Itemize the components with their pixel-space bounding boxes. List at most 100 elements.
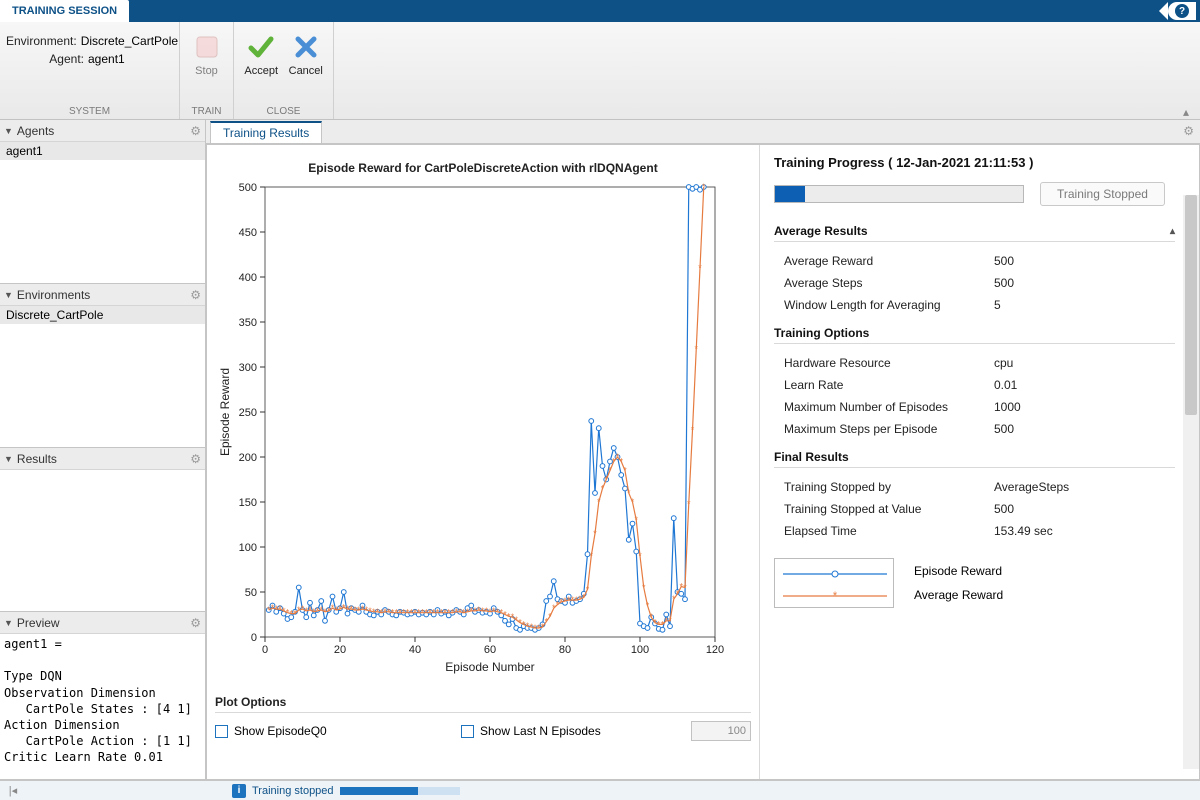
env-value: Discrete_CartPole (81, 34, 178, 48)
nav-back-icon[interactable]: |◂ (6, 784, 20, 797)
agent-value: agent1 (88, 52, 125, 66)
svg-text:60: 60 (484, 644, 496, 656)
svg-text:*: * (694, 344, 698, 354)
svg-text:*: * (646, 601, 650, 611)
tab-training-results[interactable]: Training Results (210, 121, 322, 143)
svg-text:*: * (586, 584, 590, 594)
agent-list-item[interactable]: agent1 (0, 142, 205, 160)
svg-text:*: * (702, 182, 706, 192)
svg-text:0: 0 (251, 632, 257, 644)
svg-text:*: * (691, 425, 695, 435)
show-last-n-checkbox[interactable]: Show Last N Episodes (461, 724, 601, 738)
env-label: Environment: (6, 34, 77, 48)
svg-text:20: 20 (334, 644, 346, 656)
svg-text:200: 200 (239, 452, 257, 464)
environments-panel-header[interactable]: ▼Environments⚙ (0, 284, 205, 306)
svg-text:50: 50 (245, 587, 257, 599)
training-chart: 0 20 40 60 80 100 120 0 50 100 150 200 250 300 350 400 4… (215, 177, 725, 677)
kv-row: Elapsed Time153.49 sec (774, 520, 1195, 542)
stop-icon (193, 33, 221, 61)
check-icon (247, 33, 275, 61)
help-button[interactable]: ? (1168, 2, 1196, 20)
svg-text:40: 40 (409, 644, 421, 656)
svg-text:100: 100 (239, 542, 257, 554)
svg-text:*: * (604, 475, 608, 485)
svg-text:80: 80 (559, 644, 571, 656)
sidebar: ▼Agents⚙ agent1 ▼Environments⚙ Discrete_… (0, 120, 206, 780)
svg-text:*: * (634, 515, 638, 525)
cancel-icon (292, 33, 320, 61)
kv-row: Training Stopped byAverageSteps (774, 476, 1195, 498)
svg-text:*: * (833, 590, 838, 602)
gear-icon[interactable]: ⚙ (1183, 124, 1194, 138)
session-tab[interactable]: TRAINING SESSION (0, 0, 129, 22)
svg-text:*: * (597, 497, 601, 507)
svg-text:*: * (623, 466, 627, 476)
svg-text:*: * (668, 616, 672, 626)
cancel-button[interactable]: Cancel (285, 30, 328, 80)
agents-panel-header[interactable]: ▼Agents⚙ (0, 120, 205, 142)
info-icon: i (232, 784, 246, 798)
progress-bar (774, 185, 1024, 203)
status-bar: |◂ i Training stopped (0, 780, 1200, 800)
accept-button[interactable]: Accept (240, 30, 283, 80)
status-progress-bar (340, 787, 460, 795)
svg-text:*: * (683, 583, 687, 593)
results-panel-header[interactable]: ▼Results⚙ (0, 448, 205, 470)
chart-legend: * (774, 558, 894, 608)
kv-row: Training Stopped at Value500 (774, 498, 1195, 520)
legend-label: Episode Reward (914, 564, 1003, 578)
stop-button[interactable]: Stop (186, 30, 227, 80)
svg-text:*: * (601, 484, 605, 494)
svg-text:0: 0 (262, 644, 268, 656)
svg-text:Episode Reward: Episode Reward (218, 368, 232, 456)
svg-text:*: * (589, 551, 593, 561)
kv-row: Window Length for Averaging5 (774, 294, 1195, 316)
preview-panel-header[interactable]: ▼Preview⚙ (0, 612, 205, 634)
env-list-item[interactable]: Discrete_CartPole (0, 306, 205, 324)
svg-text:300: 300 (239, 362, 257, 374)
svg-text:450: 450 (239, 227, 257, 239)
svg-text:*: * (608, 466, 612, 476)
group-train-label: TRAIN (186, 104, 227, 117)
svg-text:*: * (642, 583, 646, 593)
svg-text:150: 150 (239, 497, 257, 509)
svg-text:100: 100 (631, 644, 649, 656)
gear-icon[interactable]: ⚙ (190, 288, 201, 302)
kv-row: Average Reward500 (774, 250, 1195, 272)
svg-text:400: 400 (239, 272, 257, 284)
svg-text:500: 500 (239, 182, 257, 194)
svg-text:*: * (638, 551, 642, 561)
kv-row: Hardware Resourcecpu (774, 352, 1195, 374)
gear-icon[interactable]: ⚙ (190, 124, 201, 138)
svg-text:*: * (687, 499, 691, 509)
svg-text:*: * (593, 529, 597, 539)
document-tabs: Training Results ⚙ (206, 120, 1200, 144)
group-close-label: CLOSE (240, 104, 327, 117)
toolstrip-collapse-icon[interactable]: ▴ (1178, 107, 1194, 117)
show-episode-q0-checkbox[interactable]: Show EpisodeQ0 (215, 724, 455, 738)
gear-icon[interactable]: ⚙ (190, 616, 201, 630)
title-bar: TRAINING SESSION ? (0, 0, 1200, 22)
kv-row: Learn Rate0.01 (774, 374, 1195, 396)
svg-text:350: 350 (239, 317, 257, 329)
scrollbar[interactable] (1183, 195, 1199, 769)
last-n-input[interactable] (691, 721, 751, 741)
toolstrip: Environment: Discrete_CartPole Agent: agen… (0, 22, 1200, 120)
agent-label: Agent: (6, 52, 84, 66)
kv-row: Maximum Number of Episodes1000 (774, 396, 1195, 418)
group-system-label: SYSTEM (6, 104, 173, 117)
plot-options-heading: Plot Options (215, 695, 751, 713)
chart-title: Episode Reward for CartPoleDiscreteActio… (215, 161, 751, 175)
status-text: Training stopped (252, 785, 334, 797)
svg-text:*: * (698, 263, 702, 273)
kv-row: Maximum Steps per Episode500 (774, 418, 1195, 440)
gear-icon[interactable]: ⚙ (190, 452, 201, 466)
svg-text:250: 250 (239, 407, 257, 419)
kv-row: Average Steps500 (774, 272, 1195, 294)
preview-text: agent1 = Type DQN Observation Dimension … (0, 634, 205, 768)
training-progress-panel: Training Progress ( 12-Jan-2021 21:11:53… (759, 145, 1199, 779)
svg-text:*: * (631, 497, 635, 507)
progress-title: Training Progress ( 12-Jan-2021 21:11:53… (774, 155, 1195, 170)
svg-text:120: 120 (706, 644, 724, 656)
